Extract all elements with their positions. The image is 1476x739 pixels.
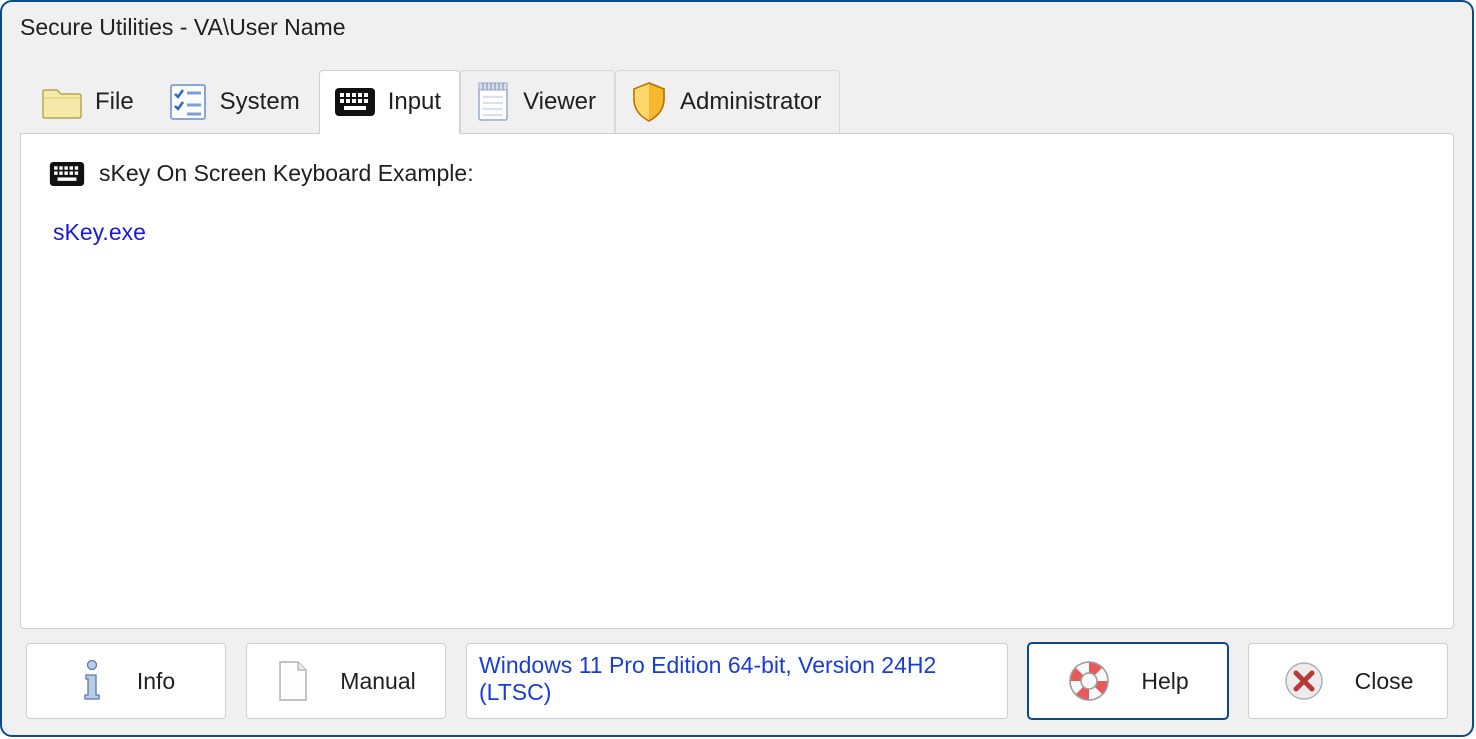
help-button[interactable]: Help (1028, 643, 1228, 719)
tab-administrator-label: Administrator (680, 88, 821, 116)
section-header: sKey On Screen Keyboard Example: (49, 160, 1425, 187)
keyboard-icon (49, 161, 85, 187)
close-icon (1283, 660, 1325, 702)
notepad-icon (475, 81, 511, 123)
info-button-label: Info (137, 668, 175, 695)
tab-input[interactable]: Input (319, 70, 460, 134)
section-label: sKey On Screen Keyboard Example: (99, 160, 474, 187)
tab-viewer[interactable]: Viewer (460, 70, 615, 134)
tabstrip: File System (26, 70, 1454, 134)
skey-exe-link[interactable]: sKey.exe (53, 219, 146, 245)
tab-system[interactable]: System (153, 70, 319, 134)
tab-administrator[interactable]: Administrator (615, 70, 840, 134)
keyboard-icon (334, 87, 376, 117)
close-button[interactable]: Close (1248, 643, 1448, 719)
tab-viewer-label: Viewer (523, 88, 596, 116)
app-window: Secure Utilities - VA\User Name File (0, 0, 1474, 737)
close-button-label: Close (1355, 668, 1414, 695)
manual-button[interactable]: Manual (246, 643, 446, 719)
footer: Info Manual Windows 11 Pro Edition 64-bi… (20, 643, 1454, 719)
document-icon (276, 660, 310, 702)
folder-icon (41, 84, 83, 120)
info-button[interactable]: Info (26, 643, 226, 719)
status-box: Windows 11 Pro Edition 64-bit, Version 2… (466, 643, 1008, 719)
shield-icon (630, 81, 668, 123)
tab-file-label: File (95, 88, 134, 116)
tab-panel-input: sKey On Screen Keyboard Example: sKey.ex… (20, 133, 1454, 629)
tab-input-label: Input (388, 88, 441, 116)
link-box: sKey.exe (49, 213, 717, 256)
tab-file[interactable]: File (26, 70, 153, 134)
info-icon (77, 659, 107, 703)
tab-system-label: System (220, 88, 300, 116)
os-version-text: Windows 11 Pro Edition 64-bit, Version 2… (479, 652, 995, 706)
lifebuoy-icon (1067, 659, 1111, 703)
content-area: File System (2, 58, 1472, 735)
help-button-label: Help (1141, 668, 1188, 695)
manual-button-label: Manual (340, 668, 415, 695)
checklist-icon (168, 82, 208, 122)
window-title: Secure Utilities - VA\User Name (2, 2, 1472, 58)
